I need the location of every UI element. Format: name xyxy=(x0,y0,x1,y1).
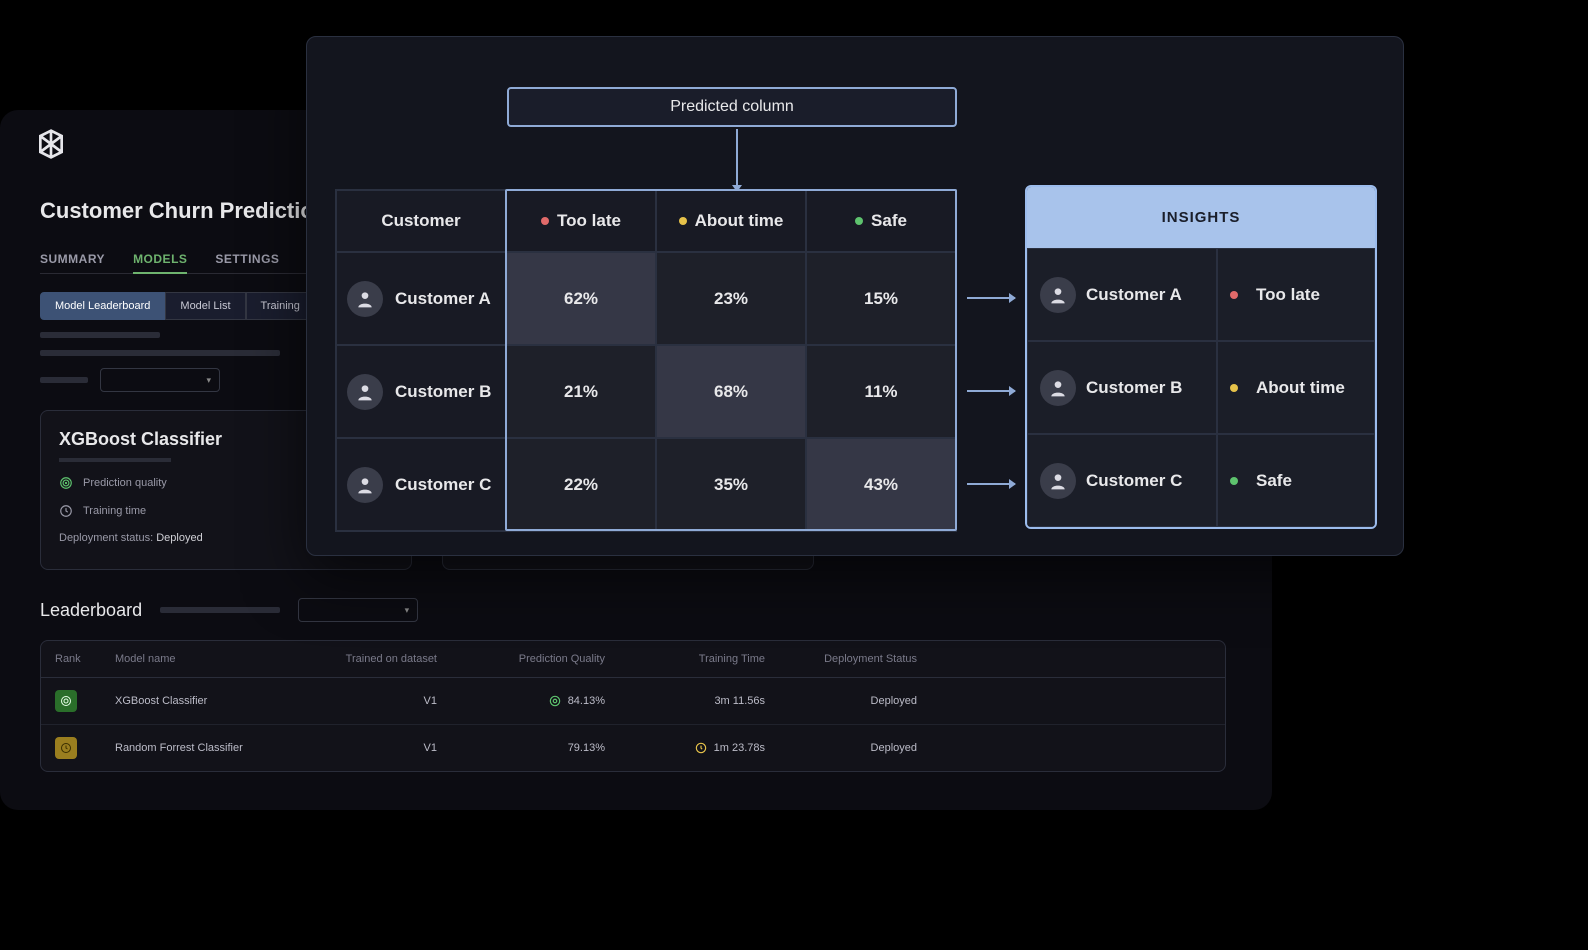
arrow-right-icon xyxy=(967,390,1015,392)
prediction-table: Customer Too late About time Safe Custom… xyxy=(335,189,957,532)
clock-icon xyxy=(59,504,73,518)
avatar-icon xyxy=(347,281,383,317)
subtab-model-list[interactable]: Model List xyxy=(165,292,245,320)
leaderboard-title: Leaderboard xyxy=(40,600,142,621)
prediction-overlay: Predicted column Customer Too late About… xyxy=(306,36,1404,556)
insight-status: About time xyxy=(1217,341,1375,434)
arrow-right-icon xyxy=(967,483,1015,485)
insight-customer: Customer C xyxy=(1027,434,1217,527)
tab-models[interactable]: MODELS xyxy=(133,252,187,274)
col-pq: Prediction Quality xyxy=(445,653,605,665)
table-row[interactable]: Random Forrest Classifier V1 79.13% 1m 2… xyxy=(41,725,1225,771)
insight-status: Safe xyxy=(1217,434,1375,527)
cell-pq: 79.13% xyxy=(568,742,605,754)
status-dot-yellow-icon xyxy=(1230,384,1238,392)
stat-quality-label: Prediction quality xyxy=(83,477,167,489)
col-tt: Training Time xyxy=(605,653,765,665)
header-customer: Customer xyxy=(336,190,506,252)
skeleton-line xyxy=(160,607,280,613)
skeleton-line xyxy=(40,332,160,338)
table-row[interactable]: XGBoost Classifier V1 84.13% 3m 11.56s D… xyxy=(41,678,1225,725)
status-dot-green-icon xyxy=(1230,477,1238,485)
target-icon xyxy=(59,476,73,490)
pct-cell: 21% xyxy=(506,345,656,438)
table-header-row: Rank Model name Trained on dataset Predi… xyxy=(41,641,1225,678)
pct-cell: 43% xyxy=(806,438,956,531)
skeleton-line xyxy=(59,458,171,462)
cell-model-name: Random Forrest Classifier xyxy=(115,742,315,754)
skeleton-line xyxy=(40,350,280,356)
header-safe: Safe xyxy=(806,190,956,252)
pct-cell: 23% xyxy=(656,252,806,345)
avatar-icon xyxy=(347,374,383,410)
cell-pq: 84.13% xyxy=(568,695,605,707)
pct-cell: 68% xyxy=(656,345,806,438)
customer-cell: Customer A xyxy=(336,252,506,345)
cell-status: Deployed xyxy=(765,742,925,754)
status-dot-red-icon xyxy=(541,217,549,225)
cell-model-name: XGBoost Classifier xyxy=(115,695,315,707)
subtab-training[interactable]: Training xyxy=(246,292,315,320)
leaderboard-section: Leaderboard Rank Model name Trained on d… xyxy=(40,598,1226,772)
leaderboard-filter-dropdown[interactable] xyxy=(298,598,418,622)
tab-summary[interactable]: SUMMARY xyxy=(40,252,105,274)
customer-cell: Customer C xyxy=(336,438,506,531)
leaderboard-table: Rank Model name Trained on dataset Predi… xyxy=(40,640,1226,772)
col-deploy: Deployment Status xyxy=(765,653,925,665)
header-too-late: Too late xyxy=(506,190,656,252)
filter-dropdown[interactable] xyxy=(100,368,220,392)
insight-status: Too late xyxy=(1217,248,1375,341)
pct-cell: 35% xyxy=(656,438,806,531)
predicted-column-label: Predicted column xyxy=(507,87,957,127)
app-logo-icon xyxy=(35,128,67,160)
cell-dataset: V1 xyxy=(315,742,445,754)
insight-customer: Customer A xyxy=(1027,248,1217,341)
rank-badge-icon xyxy=(55,690,77,712)
insights-panel: INSIGHTS Customer A Too late Customer B … xyxy=(1025,185,1377,529)
col-rank: Rank xyxy=(55,653,115,665)
cell-status: Deployed xyxy=(765,695,925,707)
status-dot-green-icon xyxy=(855,217,863,225)
stat-time-label: Training time xyxy=(83,505,146,517)
status-dot-red-icon xyxy=(1230,291,1238,299)
avatar-icon xyxy=(1040,370,1076,406)
customer-cell: Customer B xyxy=(336,345,506,438)
avatar-icon xyxy=(347,467,383,503)
clock-icon xyxy=(694,741,708,755)
avatar-icon xyxy=(1040,463,1076,499)
sidebar xyxy=(35,128,75,168)
cell-tt: 3m 11.56s xyxy=(714,695,765,707)
subtab-leaderboard[interactable]: Model Leaderboard xyxy=(40,292,165,320)
cell-dataset: V1 xyxy=(315,695,445,707)
arrow-down-icon xyxy=(736,129,738,191)
avatar-icon xyxy=(1040,277,1076,313)
pct-cell: 15% xyxy=(806,252,956,345)
pct-cell: 11% xyxy=(806,345,956,438)
status-dot-yellow-icon xyxy=(679,217,687,225)
tab-settings[interactable]: SETTINGS xyxy=(215,252,279,274)
insight-customer: Customer B xyxy=(1027,341,1217,434)
arrow-right-icon xyxy=(967,297,1015,299)
cell-tt: 1m 23.78s xyxy=(714,742,765,754)
col-model-name: Model name xyxy=(115,653,315,665)
col-dataset: Trained on dataset xyxy=(315,653,445,665)
target-icon xyxy=(548,694,562,708)
insights-header: INSIGHTS xyxy=(1027,187,1375,248)
header-about-time: About time xyxy=(656,190,806,252)
pct-cell: 62% xyxy=(506,252,656,345)
rank-badge-icon xyxy=(55,737,77,759)
skeleton-line xyxy=(40,377,88,383)
pct-cell: 22% xyxy=(506,438,656,531)
